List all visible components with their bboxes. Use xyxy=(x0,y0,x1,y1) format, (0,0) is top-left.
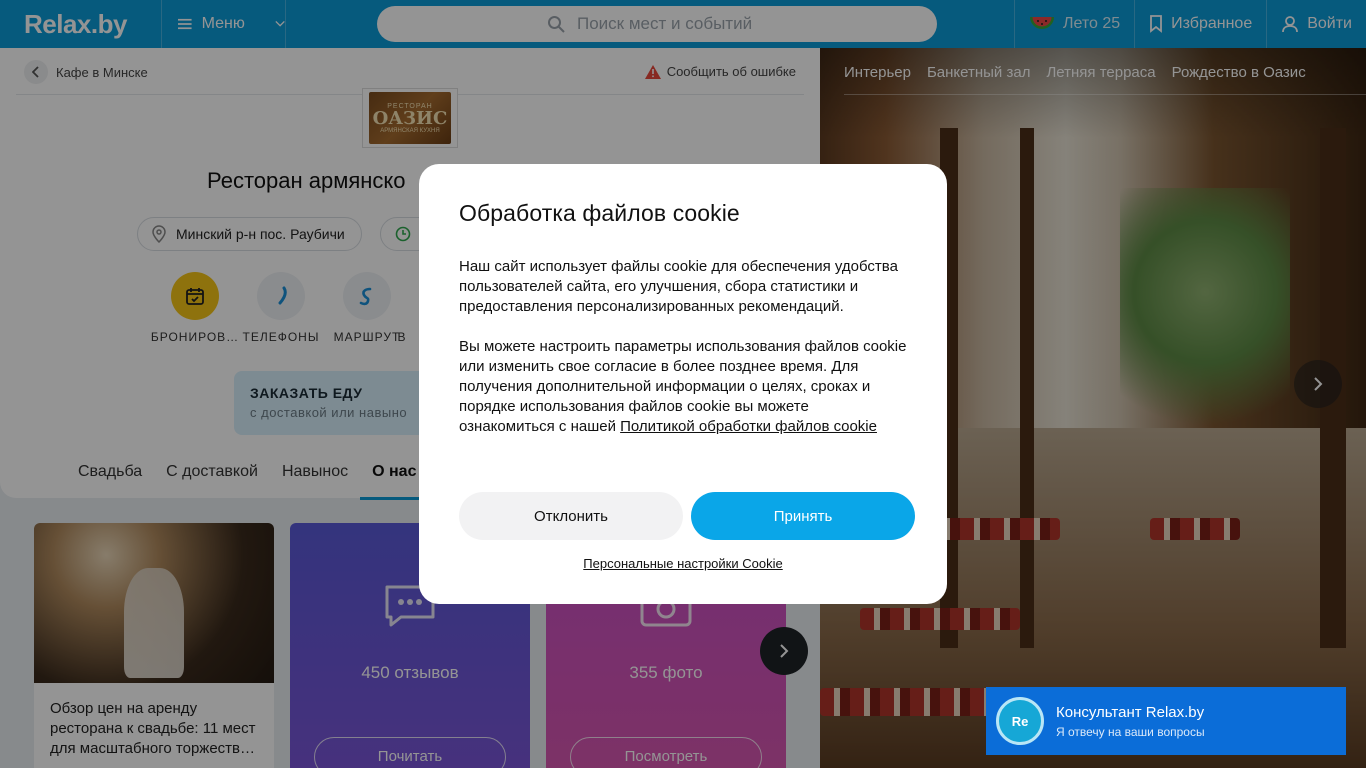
consultant-avatar: Re xyxy=(996,697,1044,745)
accept-button[interactable]: Принять xyxy=(691,492,915,540)
cookie-policy-link[interactable]: Политикой обработки файлов cookie xyxy=(620,418,877,435)
cookie-paragraph-2: Вы можете настроить параметры использова… xyxy=(459,337,907,437)
consultant-widget[interactable]: Re Консультант Relax.by Я отвечу на ваши… xyxy=(986,687,1346,755)
cookie-paragraph-1: Наш сайт использует файлы cookie для обе… xyxy=(459,258,898,315)
cookie-settings-link[interactable]: Персональные настройки Cookie xyxy=(419,556,947,571)
consultant-subtitle: Я отвечу на ваши вопросы xyxy=(1056,724,1205,739)
cookie-modal: Обработка файлов cookie Наш сайт использ… xyxy=(419,164,947,604)
cookie-modal-title: Обработка файлов cookie xyxy=(459,200,740,226)
consultant-name: Консультант Relax.by xyxy=(1056,703,1205,721)
decline-button[interactable]: Отклонить xyxy=(459,492,683,540)
